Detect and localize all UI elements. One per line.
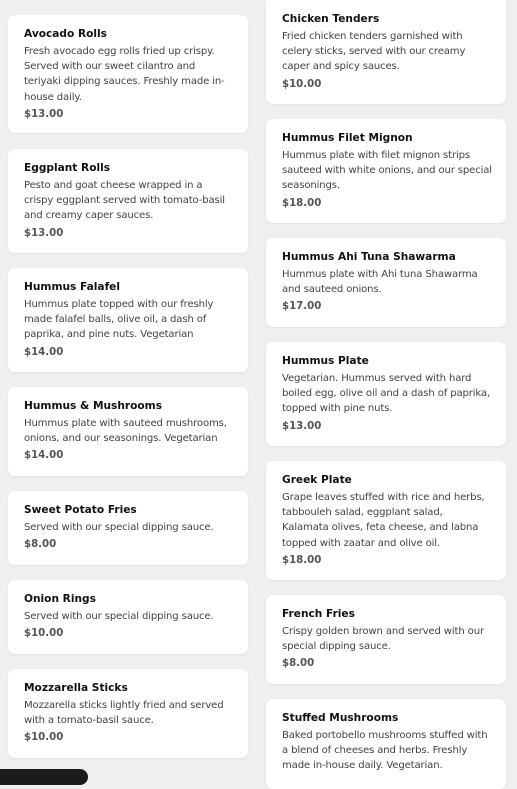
menu-item-price: $14.00	[24, 450, 64, 462]
menu-item-price: $10.00	[24, 628, 64, 640]
menu-item-card[interactable]: Stuffed Mushrooms Baked portobello mushr…	[266, 699, 506, 789]
menu-item-description: Fried chicken tenders garnished with cel…	[282, 31, 466, 73]
menu-item-price: $13.00	[282, 420, 322, 432]
menu-item-card[interactable]: Chicken Tenders Fried chicken tenders ga…	[266, 0, 506, 104]
menu-item-card[interactable]: Avocado Rolls Fresh avocado egg rolls fr…	[8, 15, 248, 133]
menu-item-card[interactable]: Mozzarella Sticks Mozzarella sticks ligh…	[8, 669, 248, 758]
menu-item-title: Greek Plate	[282, 474, 352, 486]
menu-item-description: Vegetarian. Hummus served with hard boil…	[282, 373, 491, 415]
menu-item-description: Baked portobello mushrooms stuffed with …	[282, 730, 488, 772]
menu-item-card[interactable]: Hummus & Mushrooms Hummus plate with sau…	[8, 387, 248, 476]
menu-item-description: Hummus plate with sauteed mushrooms, oni…	[24, 418, 227, 445]
menu-item-title: Hummus & Mushrooms	[24, 400, 163, 412]
menu-item-price: $8.00	[24, 539, 57, 551]
menu-item-price: $13.00	[24, 108, 64, 120]
menu-item-description: Served with our special dipping sauce.	[24, 522, 214, 533]
menu-item-description: Grape leaves stuffed with rice and herbs…	[282, 492, 485, 549]
menu-item-title: Mozzarella Sticks	[24, 682, 128, 694]
menu-item-price: $14.00	[24, 346, 64, 358]
menu-item-description: Hummus plate with filet mignon strips sa…	[282, 150, 492, 192]
menu-item-description: Hummus plate topped with our freshly mad…	[24, 299, 214, 341]
menu-item-description: Served with our special dipping sauce.	[24, 611, 214, 622]
menu-item-card[interactable]: French Fries Crispy golden brown and ser…	[266, 595, 506, 684]
menu-item-card[interactable]: Greek Plate Grape leaves stuffed with ri…	[266, 461, 506, 580]
menu-item-price: $18.00	[282, 554, 322, 566]
menu-item-card[interactable]: Eggplant Rolls Pesto and goat cheese wra…	[8, 149, 248, 253]
menu-item-title: French Fries	[282, 608, 355, 620]
menu-item-card[interactable]: Sweet Potato Fries Served with our speci…	[8, 491, 248, 565]
menu-item-price: $13.00	[24, 227, 64, 239]
menu-item-title: Onion Rings	[24, 593, 96, 605]
menu-item-price: $10.00	[24, 732, 64, 744]
menu-item-title: Hummus Falafel	[24, 281, 120, 293]
menu-item-description: Pesto and goat cheese wrapped in a crisp…	[24, 180, 225, 222]
menu-item-price: $10.00	[282, 78, 322, 90]
floating-action-bar[interactable]	[0, 769, 88, 785]
menu-item-description: Mozzarella sticks lightly fried and serv…	[24, 700, 224, 727]
menu-item-title: Eggplant Rolls	[24, 162, 111, 174]
menu-item-card[interactable]: Hummus Falafel Hummus plate topped with …	[8, 268, 248, 372]
menu-item-card[interactable]: Hummus Filet Mignon Hummus plate with fi…	[266, 119, 506, 223]
menu-item-price: $17.00	[282, 301, 322, 313]
menu-item-description: Hummus plate with Ahi tuna Shawarma and …	[282, 269, 478, 296]
menu-item-title: Hummus Filet Mignon	[282, 132, 413, 144]
menu-item-title: Sweet Potato Fries	[24, 504, 137, 516]
menu-item-card[interactable]: Hummus Ahi Tuna Shawarma Hummus plate wi…	[266, 238, 506, 327]
menu-item-title: Chicken Tenders	[282, 13, 380, 25]
menu-item-title: Stuffed Mushrooms	[282, 712, 399, 724]
menu-item-price: $18.00	[282, 197, 322, 209]
menu-item-title: Avocado Rolls	[24, 28, 107, 40]
menu-item-card[interactable]: Hummus Plate Vegetarian. Hummus served w…	[266, 342, 506, 446]
menu-item-card[interactable]: Onion Rings Served with our special dipp…	[8, 580, 248, 654]
menu-item-price: $8.00	[282, 658, 315, 670]
menu-item-description: Crispy golden brown and served with our …	[282, 626, 484, 653]
menu-item-title: Hummus Ahi Tuna Shawarma	[282, 251, 456, 263]
menu-item-title: Hummus Plate	[282, 355, 369, 367]
menu-item-description: Fresh avocado egg rolls fried up crispy.…	[24, 46, 225, 103]
